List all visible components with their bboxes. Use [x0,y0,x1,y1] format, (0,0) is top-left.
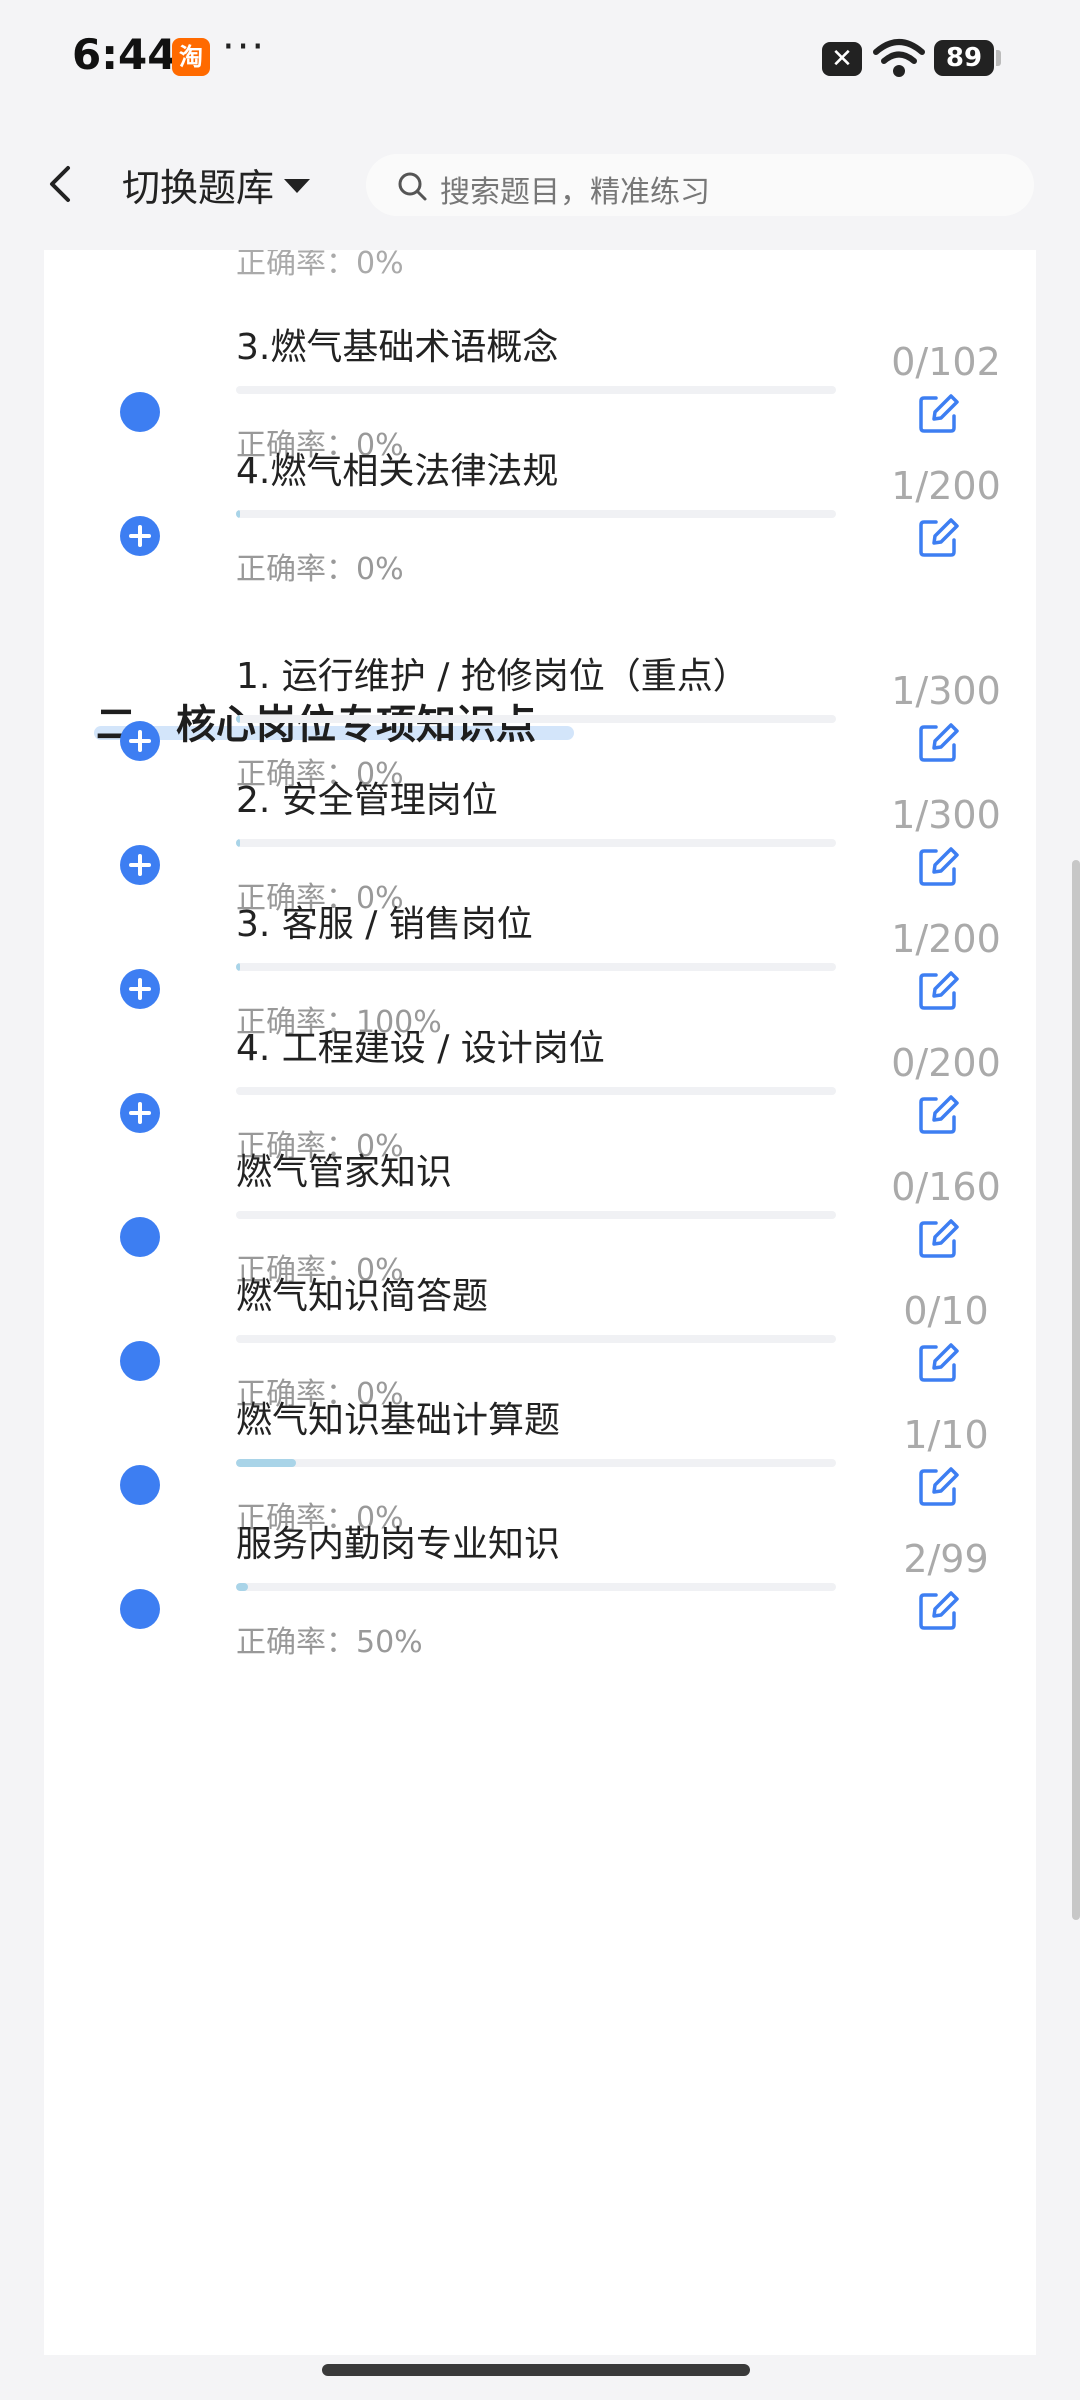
progress-bar [236,1335,836,1343]
progress-fill [236,715,240,723]
edit-icon[interactable] [914,1339,962,1387]
battery-icon: 89 [934,40,994,76]
bullet-dot-icon [120,392,160,432]
accuracy-text: 正确率：0% [236,552,404,587]
row-title: 1. 运行维护 / 抢修岗位（重点） [236,656,749,697]
row-title: 3. 客服 / 销售岗位 [236,904,533,945]
edit-icon[interactable] [914,843,962,891]
status-bar: 6:44 淘 ··· ✕ 89 [0,0,1080,118]
expand-plus-icon[interactable] [120,721,160,761]
progress-count: 0/10 [903,1289,989,1333]
search-input[interactable]: 搜索题目，精准练习 [366,154,1034,216]
progress-bar [236,1211,836,1219]
progress-bar [236,386,836,394]
bullet-dot-icon [120,1465,160,1505]
progress-bar [236,510,836,518]
battery-tip [996,50,1001,66]
search-placeholder: 搜索题目，精准练习 [440,175,710,210]
progress-count: 0/102 [891,340,1001,384]
expand-plus-icon[interactable] [120,516,160,556]
progress-fill [236,510,240,518]
edit-icon[interactable] [914,967,962,1015]
status-time: 6:44 [72,30,177,79]
row-title: 4. 工程建设 / 设计岗位 [236,1028,605,1069]
row-title: 服务内勤岗专业知识 [236,1524,561,1565]
progress-fill [236,963,240,971]
row-title: 燃气管家知识 [236,1152,453,1193]
progress-count: 0/160 [891,1165,1001,1209]
progress-count: 1/10 [903,1413,989,1457]
top-bar: 切换题库 搜索题目，精准练习 [0,118,1080,250]
practice-row[interactable]: 4.燃气相关法律法规正确率：0% 1/200 [44,434,1036,624]
expand-plus-icon[interactable] [120,969,160,1009]
edit-icon[interactable] [914,1091,962,1139]
wifi-icon [873,39,925,77]
edit-icon[interactable] [914,390,962,438]
edit-icon[interactable] [914,719,962,767]
row-title: 3.燃气基础术语概念 [236,327,559,368]
progress-count: 0/200 [891,1041,1001,1085]
progress-bar [236,1459,836,1467]
row-title: 4.燃气相关法律法规 [236,451,559,492]
search-icon [398,172,427,201]
back-arrow-icon[interactable] [42,164,82,204]
progress-count: 1/300 [891,793,1001,837]
edit-icon[interactable] [914,1215,962,1263]
expand-plus-icon[interactable] [120,1093,160,1133]
expand-plus-icon[interactable] [120,845,160,885]
caret-down-icon [284,179,311,193]
progress-count: 1/300 [891,669,1001,713]
question-bank-card: 正确率：0% 二、核心岗位专项知识点 3.燃气基础术语概念 正确率：0% 0/102… [44,246,1036,2355]
progress-count: 1/200 [891,917,1001,961]
more-notifications-icon: ··· [222,24,267,70]
progress-fill [236,839,240,847]
bullet-dot-icon [120,1217,160,1257]
progress-bar [236,963,836,971]
bullet-dot-icon [120,1589,160,1629]
edit-icon[interactable] [914,1463,962,1511]
taobao-notification-icon: 淘 [172,38,210,76]
edit-icon[interactable] [914,1587,962,1635]
accuracy-text: 正确率：50% [236,1625,423,1660]
progress-count: 2/99 [903,1537,989,1581]
progress-bar [236,1583,836,1591]
edit-icon[interactable] [914,514,962,562]
switch-bank-dropdown[interactable]: 切换题库 [122,158,311,210]
progress-count: 1/200 [891,464,1001,508]
scrollbar[interactable] [1072,860,1080,1920]
progress-fill [236,1459,296,1467]
row-title: 燃气知识简答题 [236,1276,489,1317]
progress-bar [236,715,836,723]
close-box-icon: ✕ [822,42,862,76]
row-title: 2. 安全管理岗位 [236,780,498,821]
row-title: 燃气知识基础计算题 [236,1400,561,1441]
bullet-dot-icon [120,1341,160,1381]
practice-row[interactable]: 服务内勤岗专业知识正确率：50% 2/99 [44,1507,1036,1697]
progress-bar [236,1087,836,1095]
progress-bar [236,839,836,847]
home-indicator[interactable] [322,2364,750,2376]
switch-bank-label: 切换题库 [122,165,275,210]
progress-fill [236,1583,248,1591]
